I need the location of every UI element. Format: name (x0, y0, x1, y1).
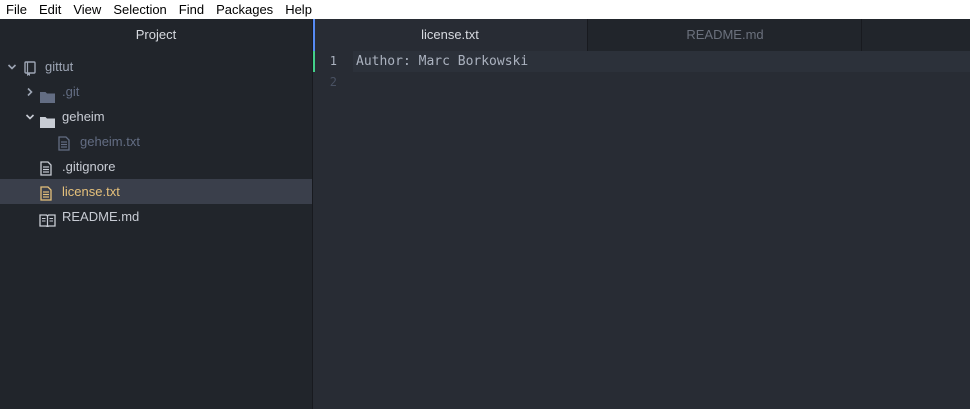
folder-icon (40, 86, 55, 103)
tree-item-label: geheim (62, 109, 105, 124)
tree-item-label: .git (62, 84, 80, 99)
chevron-right-icon[interactable] (24, 79, 36, 104)
menu-packages[interactable]: Packages (210, 0, 279, 19)
file-text-icon (40, 184, 54, 201)
code-editor[interactable]: Author: Marc Borkowski (353, 51, 970, 409)
project-panel-title[interactable]: Project (0, 19, 312, 51)
tree-item-label: gittut (45, 59, 74, 74)
tree-item-gittut[interactable]: gittut (0, 54, 312, 79)
repo-icon (23, 59, 37, 76)
tab-readme-md[interactable]: README.md (587, 19, 862, 51)
file-tree: gittut .git geheim geheim.txt .gitignore… (0, 54, 312, 229)
tree-item-git[interactable]: .git (0, 79, 312, 104)
menu-edit[interactable]: Edit (33, 0, 67, 19)
project-sidebar: Project gittut .git geheim geheim.txt .g… (0, 19, 313, 409)
menu-file[interactable]: File (0, 0, 33, 19)
line-number: 1 (329, 54, 337, 68)
code-line[interactable] (353, 72, 970, 93)
folder-open-icon (40, 111, 55, 128)
tree-item-readme-md[interactable]: README.md (0, 204, 312, 229)
chevron-down-icon[interactable] (24, 104, 36, 129)
line-number-gutter[interactable]: 1 2 (313, 51, 353, 409)
tree-item-geheim-txt[interactable]: geheim.txt (0, 129, 312, 154)
tree-item-geheim[interactable]: geheim (0, 104, 312, 129)
tab-license-txt[interactable]: license.txt (313, 19, 587, 51)
chevron-down-icon[interactable] (6, 54, 18, 79)
tab-bar: license.txt README.md (313, 19, 970, 51)
tree-item-license-txt[interactable]: license.txt (0, 179, 312, 204)
menu-find[interactable]: Find (173, 0, 210, 19)
code-line[interactable]: Author: Marc Borkowski (353, 51, 970, 72)
file-text-icon (58, 134, 72, 151)
book-icon (39, 210, 56, 228)
tree-item-gitignore[interactable]: .gitignore (0, 154, 312, 179)
tree-item-label: .gitignore (62, 159, 116, 174)
menu-view[interactable]: View (67, 0, 107, 19)
tab-bar-empty-space[interactable] (861, 19, 970, 51)
menu-help[interactable]: Help (279, 0, 318, 19)
file-text-icon (40, 159, 54, 176)
menu-selection[interactable]: Selection (107, 0, 172, 19)
tree-item-label: geheim.txt (80, 134, 140, 149)
tree-item-label: README.md (62, 209, 140, 224)
tree-item-label: license.txt (62, 184, 120, 199)
line-number: 2 (329, 75, 337, 89)
editor-pane: license.txt README.md 1 2 Author: Marc B… (313, 19, 970, 409)
menu-bar: File Edit View Selection Find Packages H… (0, 0, 970, 19)
